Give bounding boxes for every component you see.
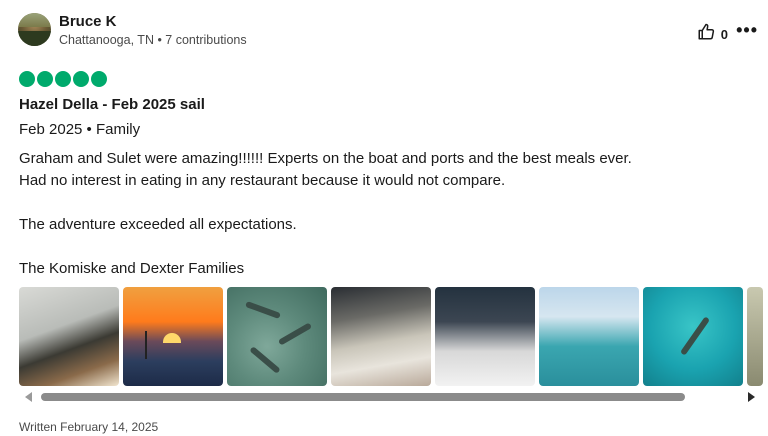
review-photo[interactable] bbox=[435, 287, 535, 386]
photo-shark-detail bbox=[249, 346, 281, 374]
scrollbar-track[interactable] bbox=[39, 393, 744, 401]
review-paragraph: Graham and Sulet were amazing!!!!!! Expe… bbox=[19, 150, 632, 167]
review-header: Bruce K Chattanooga, TN • 7 contribution… bbox=[18, 13, 758, 49]
photo-shark-detail bbox=[277, 322, 313, 346]
avatar-ground bbox=[18, 31, 51, 46]
photo-shark-detail bbox=[679, 316, 711, 356]
review-paragraph: Had no interest in eating in any restaur… bbox=[19, 172, 506, 189]
review-paragraph: The adventure exceeded all expectations. bbox=[19, 216, 297, 233]
photo-shark-detail bbox=[245, 301, 281, 319]
photo-sunset-detail bbox=[163, 333, 181, 343]
photo-scrollbar[interactable] bbox=[19, 390, 759, 404]
review-photo[interactable] bbox=[747, 287, 763, 386]
photo-sailboat-detail bbox=[145, 331, 147, 359]
review-paragraph: The Komiske and Dexter Families bbox=[19, 260, 245, 277]
rating-bubble bbox=[55, 71, 71, 87]
rating-bubble bbox=[91, 71, 107, 87]
avatar[interactable] bbox=[18, 13, 51, 46]
photo-carousel bbox=[19, 287, 763, 386]
helpful-count: 0 bbox=[720, 27, 728, 42]
chevron-right-icon[interactable] bbox=[748, 392, 755, 402]
review-body: Graham and Sulet were amazing!!!!!! Expe… bbox=[19, 148, 739, 280]
more-options-icon[interactable]: ••• bbox=[736, 21, 758, 39]
avatar-sky bbox=[18, 13, 51, 27]
rating-bubble bbox=[19, 71, 35, 87]
review-photo[interactable] bbox=[227, 287, 327, 386]
helpful-vote-button[interactable]: 0 bbox=[697, 23, 728, 46]
scrollbar-thumb[interactable] bbox=[41, 393, 685, 401]
review-photo[interactable] bbox=[539, 287, 639, 386]
rating-bubble bbox=[73, 71, 89, 87]
rating-bubble bbox=[37, 71, 53, 87]
review-title[interactable]: Hazel Della - Feb 2025 sail bbox=[19, 96, 205, 113]
user-name[interactable]: Bruce K bbox=[59, 13, 117, 30]
chevron-left-icon[interactable] bbox=[25, 392, 32, 402]
thumbs-up-icon bbox=[697, 23, 715, 46]
trip-info: Feb 2025 • Family bbox=[19, 121, 141, 138]
user-meta: Chattanooga, TN • 7 contributions bbox=[59, 33, 247, 47]
rating-bubbles bbox=[19, 71, 107, 87]
review-photo[interactable] bbox=[123, 287, 223, 386]
review-photo[interactable] bbox=[643, 287, 743, 386]
written-date: Written February 14, 2025 bbox=[19, 420, 159, 434]
review-photo[interactable] bbox=[19, 287, 119, 386]
review-photo[interactable] bbox=[331, 287, 431, 386]
